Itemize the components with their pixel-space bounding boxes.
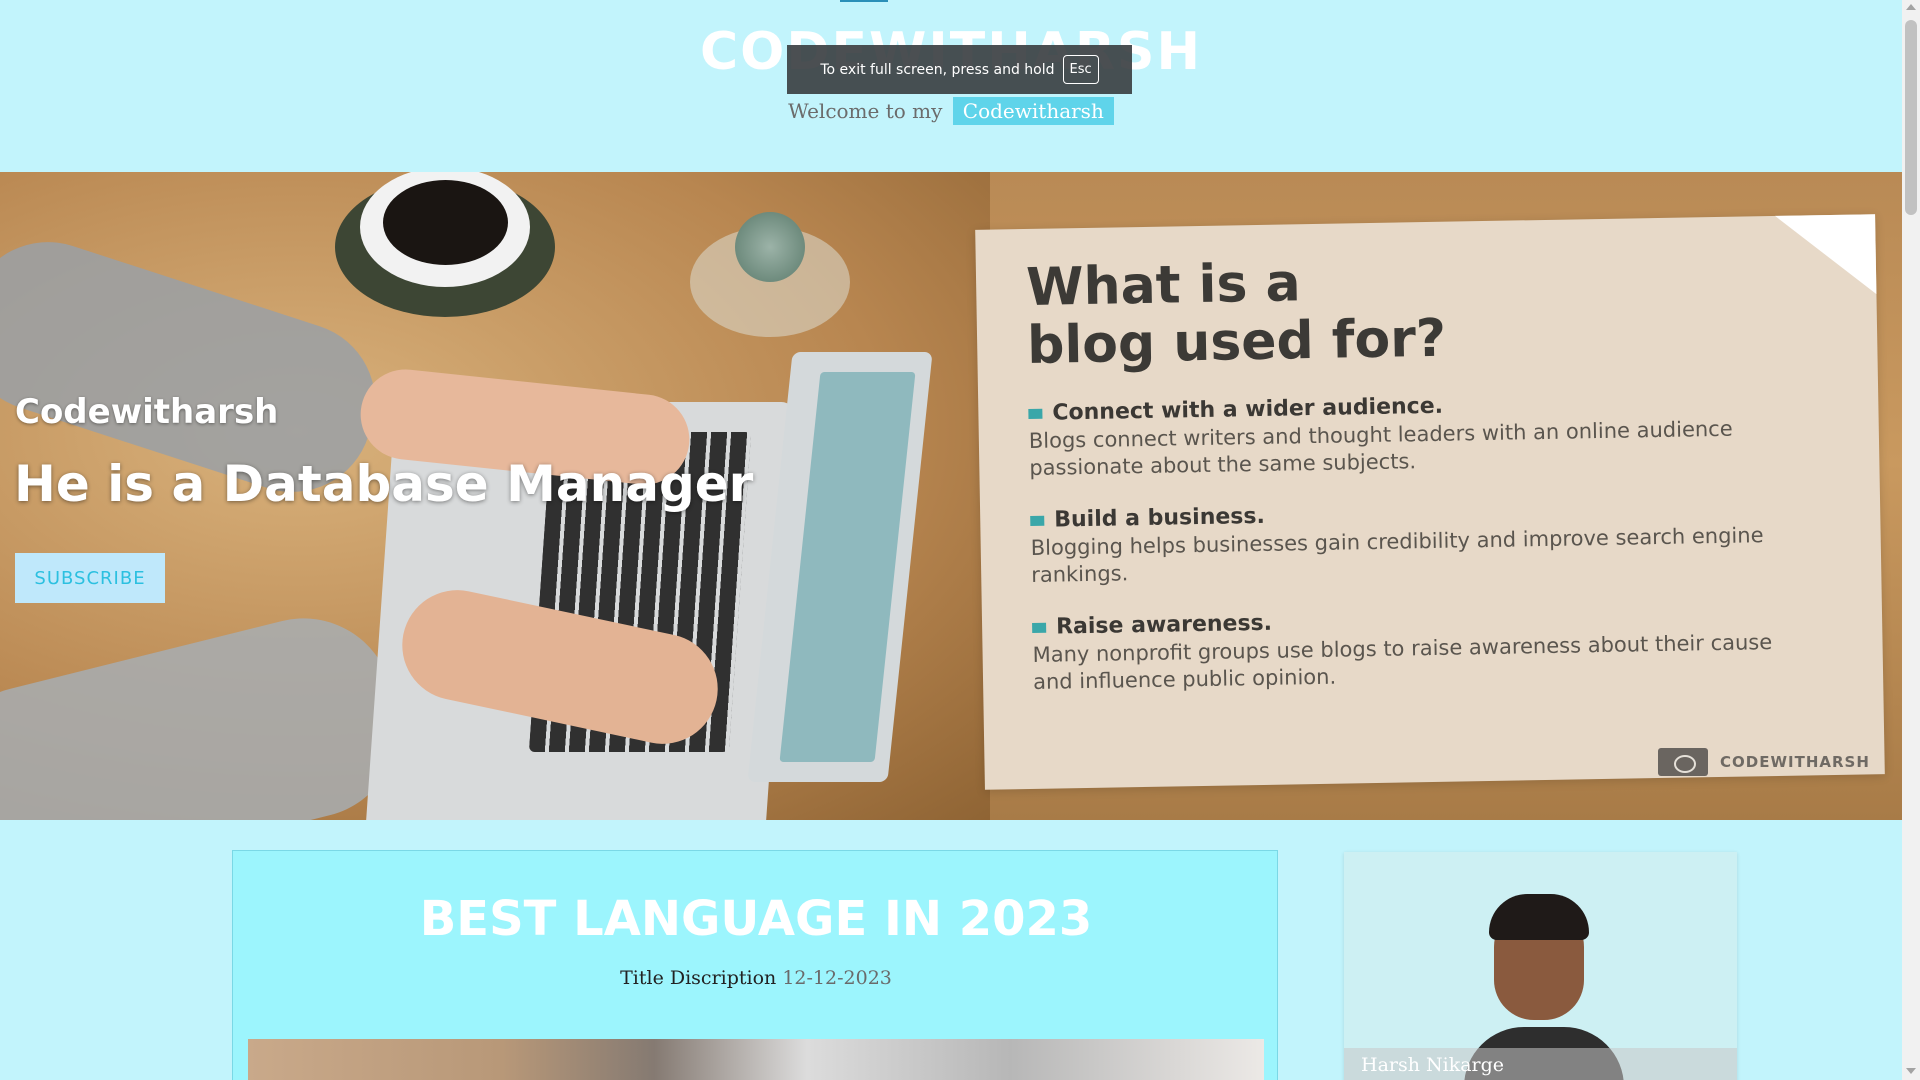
blog-info-paper: What is a blog used for? Connect with a … — [975, 214, 1885, 790]
fullscreen-exit-toast: To exit full screen, press and hold Esc — [787, 45, 1132, 94]
post-description: Title Discription — [620, 967, 777, 989]
blog-info-content: What is a blog used for? Connect with a … — [1026, 245, 1814, 696]
welcome-prefix: Welcome to my — [788, 99, 943, 123]
blog-info-heading-line2: blog used for? — [1026, 308, 1447, 377]
post-meta: Title Discription 12-12-2023 — [233, 967, 1279, 989]
bullet-icon — [1030, 515, 1045, 526]
blog-info-point-body: Blogs connect writers and thought leader… — [1028, 416, 1733, 480]
blog-post-card[interactable]: BEST LANGUAGE IN 2023 Title Discription … — [232, 850, 1278, 1080]
scroll-down-arrow-icon[interactable] — [1906, 1068, 1916, 1074]
post-title[interactable]: BEST LANGUAGE IN 2023 — [233, 891, 1279, 947]
subscribe-button[interactable]: SUBSCRIBE — [15, 553, 165, 603]
watermark-logo: CODEWITHARSH — [1658, 748, 1870, 776]
welcome-line: Welcome to my Codewitharsh — [0, 97, 1902, 125]
blog-info-point-title: Raise awareness. — [1055, 610, 1273, 640]
scroll-up-arrow-icon[interactable] — [1906, 4, 1916, 10]
fullscreen-toast-message: To exit full screen, press and hold — [820, 61, 1055, 78]
plant-graphic — [735, 212, 805, 282]
bullet-icon — [1028, 408, 1043, 419]
post-image[interactable] — [248, 1039, 1264, 1080]
coffee-graphic — [383, 180, 508, 265]
blog-info-point: Raise awareness. Many nonprofit groups u… — [1032, 601, 1813, 696]
watermark-text: CODEWITHARSH — [1720, 753, 1870, 771]
blog-info-point: Build a business. Blogging helps busines… — [1030, 494, 1811, 589]
bullet-icon — [1032, 622, 1047, 633]
scrollbar-thumb[interactable] — [1905, 20, 1917, 215]
welcome-highlight: Codewitharsh — [952, 97, 1114, 125]
logo-icon — [1658, 748, 1708, 776]
blog-info-heading: What is a blog used for? — [1026, 245, 1808, 377]
author-name: Harsh Nikarge — [1361, 1054, 1505, 1076]
blog-info-point: Connect with a wider audience. Blogs con… — [1028, 387, 1809, 482]
post-date: 12-12-2023 — [782, 967, 892, 989]
hero-tagline: He is a Database Manager — [14, 455, 754, 513]
author-card: Harsh Nikarge — [1344, 852, 1737, 1080]
hero-name: Codewitharsh — [15, 392, 279, 432]
blog-info-point-body: Many nonprofit groups use blogs to raise… — [1032, 630, 1773, 694]
blog-info-point-title: Build a business. — [1054, 503, 1266, 533]
esc-key-hint: Esc — [1062, 55, 1099, 84]
nav-indicator — [840, 0, 888, 2]
blog-info-point-body: Blogging helps businesses gain credibili… — [1030, 523, 1764, 587]
